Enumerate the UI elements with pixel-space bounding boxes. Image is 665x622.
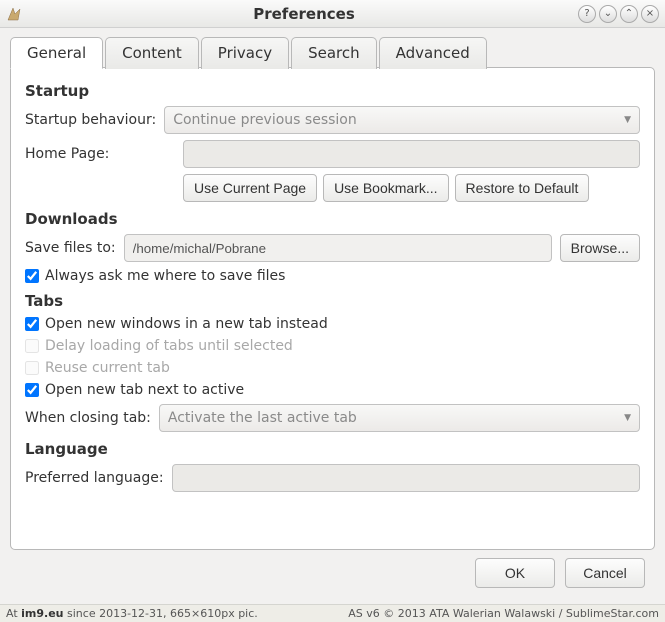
cancel-button[interactable]: Cancel <box>565 558 645 588</box>
use-current-page-button[interactable]: Use Current Page <box>183 174 317 202</box>
chevron-down-icon: ▼ <box>624 115 631 125</box>
tab-content[interactable]: Content <box>105 37 199 69</box>
section-startup: Startup <box>25 82 640 100</box>
app-icon <box>6 6 22 22</box>
when-closing-value: Activate the last active tab <box>168 410 357 426</box>
chevron-down-icon: ▼ <box>624 413 631 423</box>
save-files-input[interactable] <box>124 234 552 262</box>
window-title: Preferences <box>30 5 578 23</box>
tab-privacy[interactable]: Privacy <box>201 37 289 69</box>
startup-behaviour-value: Continue previous session <box>173 112 357 128</box>
always-ask-checkbox[interactable] <box>25 269 39 283</box>
delay-loading-label: Delay loading of tabs until selected <box>45 338 293 354</box>
save-files-label: Save files to: <box>25 240 116 256</box>
always-ask-label: Always ask me where to save files <box>45 268 285 284</box>
status-left: At im9.eu since 2013-12-31, 665×610px pi… <box>6 607 258 620</box>
tab-general[interactable]: General <box>10 37 103 69</box>
delay-loading-row: Delay loading of tabs until selected <box>25 338 640 354</box>
row-save-files: Save files to: Browse... <box>25 234 640 262</box>
reuse-current-row: Reuse current tab <box>25 360 640 376</box>
preferred-language-label: Preferred language: <box>25 470 164 486</box>
preferred-language-input[interactable] <box>172 464 640 492</box>
open-next-active-label: Open new tab next to active <box>45 382 244 398</box>
tab-search[interactable]: Search <box>291 37 377 69</box>
use-bookmark-button[interactable]: Use Bookmark... <box>323 174 448 202</box>
content-area: General Content Privacy Search Advanced … <box>0 28 665 604</box>
dialog-buttons: OK Cancel <box>10 550 655 596</box>
row-startup-behaviour: Startup behaviour: Continue previous ses… <box>25 106 640 134</box>
row-when-closing: When closing tab: Activate the last acti… <box>25 404 640 432</box>
open-new-windows-row: Open new windows in a new tab instead <box>25 316 640 332</box>
minimize-button[interactable]: ⌄ <box>599 5 617 23</box>
home-page-label: Home Page: <box>25 146 175 162</box>
titlebar: Preferences ? ⌄ ⌃ × <box>0 0 665 28</box>
tab-row: General Content Privacy Search Advanced <box>10 36 655 68</box>
open-new-windows-checkbox[interactable] <box>25 317 39 331</box>
when-closing-label: When closing tab: <box>25 410 151 426</box>
tab-container: General Content Privacy Search Advanced … <box>10 36 655 550</box>
close-button[interactable]: × <box>641 5 659 23</box>
status-right: AS v6 © 2013 ATA Walerian Walawski / Sub… <box>348 607 659 620</box>
status-bar: At im9.eu since 2013-12-31, 665×610px pi… <box>0 604 665 622</box>
help-button[interactable]: ? <box>578 5 596 23</box>
restore-default-button[interactable]: Restore to Default <box>455 174 590 202</box>
startup-behaviour-label: Startup behaviour: <box>25 112 156 128</box>
open-next-active-checkbox[interactable] <box>25 383 39 397</box>
open-next-active-row: Open new tab next to active <box>25 382 640 398</box>
browse-button[interactable]: Browse... <box>560 234 640 262</box>
tab-body-general: Startup Startup behaviour: Continue prev… <box>10 67 655 550</box>
section-downloads: Downloads <box>25 210 640 228</box>
reuse-current-label: Reuse current tab <box>45 360 170 376</box>
reuse-current-checkbox <box>25 361 39 375</box>
section-tabs: Tabs <box>25 292 640 310</box>
row-preferred-language: Preferred language: <box>25 464 640 492</box>
row-home-page: Home Page: <box>25 140 640 168</box>
home-page-input[interactable] <box>183 140 640 168</box>
startup-behaviour-combo[interactable]: Continue previous session ▼ <box>164 106 640 134</box>
home-page-buttons: Use Current Page Use Bookmark... Restore… <box>183 174 640 202</box>
ok-button[interactable]: OK <box>475 558 555 588</box>
maximize-button[interactable]: ⌃ <box>620 5 638 23</box>
open-new-windows-label: Open new windows in a new tab instead <box>45 316 328 332</box>
tab-advanced[interactable]: Advanced <box>379 37 487 69</box>
delay-loading-checkbox <box>25 339 39 353</box>
always-ask-row: Always ask me where to save files <box>25 268 640 284</box>
window-controls: ? ⌄ ⌃ × <box>578 5 659 23</box>
when-closing-combo[interactable]: Activate the last active tab ▼ <box>159 404 640 432</box>
section-language: Language <box>25 440 640 458</box>
